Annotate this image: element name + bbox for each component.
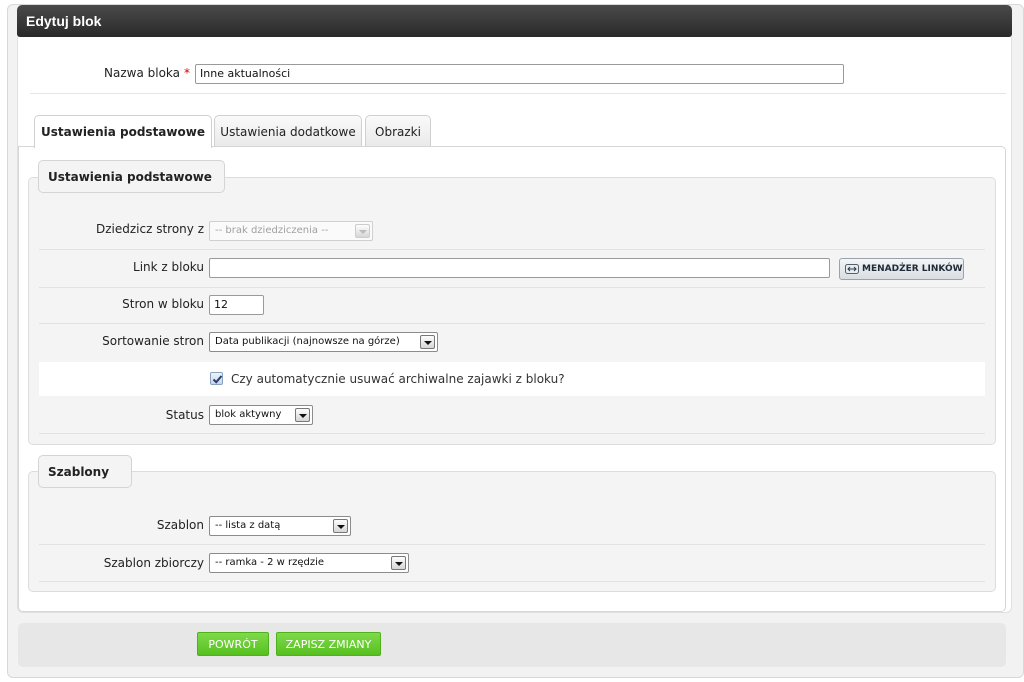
link-manager-button[interactable]: MENADŻER LINKÓW — [839, 258, 964, 280]
inherit-select: -- brak dziedziczenia -- — [209, 221, 373, 241]
template-select[interactable]: -- lista z datą — [209, 516, 351, 536]
block-name-input[interactable]: Inne aktualności — [195, 64, 844, 84]
checkmark-icon — [212, 375, 223, 384]
row-divider — [39, 581, 985, 582]
auto-remove-row: Czy automatycznie usuwać archiwalne zaja… — [39, 362, 985, 396]
template-select-value: -- lista z datą — [215, 520, 281, 531]
footer-bar — [18, 623, 1006, 667]
window-title: Edytuj blok — [17, 5, 1012, 37]
divider — [30, 93, 1006, 94]
block-name-label: Nazwa bloka * — [60, 66, 190, 80]
chevron-down-icon[interactable] — [333, 519, 348, 533]
row-divider — [39, 287, 985, 288]
pages-count-input[interactable]: 12 — [209, 295, 264, 315]
link-label: Link z bloku — [133, 260, 204, 274]
block-name-label-text: Nazwa bloka — [104, 66, 180, 80]
status-label: Status — [165, 408, 204, 422]
chevron-down-icon[interactable] — [391, 556, 406, 570]
auto-remove-label: Czy automatycznie usuwać archiwalne zaja… — [231, 372, 565, 386]
chevron-down-icon — [355, 224, 370, 238]
link-chain-icon — [845, 264, 859, 274]
inherit-select-value: -- brak dziedziczenia -- — [215, 225, 329, 236]
sorting-label: Sortowanie stron — [102, 334, 204, 348]
tab-basic-settings[interactable]: Ustawienia podstawowe — [34, 115, 212, 148]
templates-legend: Szablony — [38, 455, 132, 488]
chevron-down-icon[interactable] — [420, 335, 435, 349]
row-divider — [39, 249, 985, 250]
basic-settings-fieldset — [28, 177, 996, 445]
link-manager-button-label: MENADŻER LINKÓW — [862, 264, 963, 274]
template-label: Szablon — [156, 518, 204, 532]
inherit-label: Dziedzicz strony z — [95, 222, 204, 236]
status-select[interactable]: blok aktywny — [209, 405, 313, 425]
row-divider — [39, 544, 985, 545]
auto-remove-checkbox[interactable] — [210, 372, 223, 385]
sorting-select-value: Data publikacji (najnowsze na górze) — [215, 336, 400, 347]
required-mark: * — [184, 66, 190, 80]
row-divider — [39, 323, 985, 324]
sorting-select[interactable]: Data publikacji (najnowsze na górze) — [209, 332, 438, 352]
tab-images[interactable]: Obrazki — [365, 115, 431, 147]
collective-template-select[interactable]: -- ramka - 2 w rzędzie — [209, 553, 409, 573]
link-input[interactable] — [209, 258, 830, 278]
chevron-down-icon[interactable] — [295, 408, 310, 422]
basic-settings-legend: Ustawienia podstawowe — [38, 160, 225, 193]
save-changes-button[interactable]: ZAPISZ ZMIANY — [276, 632, 381, 656]
collective-template-label: Szablon zbiorczy — [103, 556, 204, 570]
status-select-value: blok aktywny — [215, 409, 282, 420]
collective-template-select-value: -- ramka - 2 w rzędzie — [215, 557, 325, 568]
tab-additional-settings[interactable]: Ustawienia dodatkowe — [214, 115, 362, 147]
back-button[interactable]: POWRÓT — [197, 632, 269, 656]
row-divider — [39, 433, 985, 434]
pages-count-label: Stron w bloku — [122, 297, 204, 311]
